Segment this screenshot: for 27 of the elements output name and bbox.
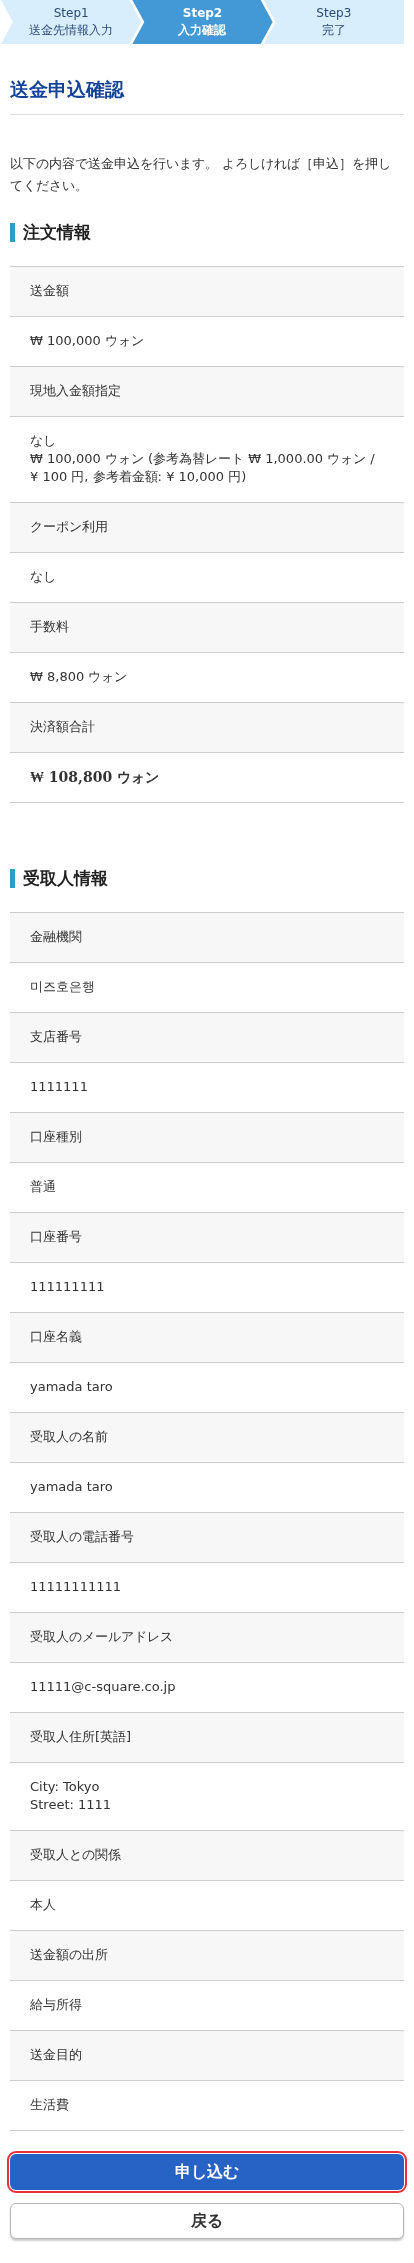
back-button[interactable]: 戻る — [10, 2203, 404, 2239]
field-label: 受取人住所[英語] — [10, 1712, 404, 1762]
field-label: 口座種別 — [10, 1112, 404, 1162]
field-label: 受取人との関係 — [10, 1830, 404, 1880]
field-label: 金融機関 — [10, 912, 404, 962]
field-label: 決済額合計 — [10, 702, 404, 752]
field-label: 現地入金額指定 — [10, 366, 404, 416]
field-label: 送金目的 — [10, 2030, 404, 2080]
field-label: 口座番号 — [10, 1212, 404, 1262]
field-label: 送金額 — [10, 266, 404, 316]
field-label: 受取人の名前 — [10, 1412, 404, 1462]
intro-text: 以下の内容で送金申込を行います。 よろしければ［申込］を押してください。 — [10, 155, 393, 195]
heading-accent-bar — [10, 223, 15, 242]
page-title: 送金申込確認 — [10, 76, 404, 115]
field-label: クーポン利用 — [10, 502, 404, 552]
field-label: 口座名義 — [10, 1312, 404, 1362]
field-label: 受取人のメールアドレス — [10, 1612, 404, 1662]
field-label: 送金額の出所 — [10, 1930, 404, 1980]
section-heading: 注文情報 — [23, 221, 91, 244]
field-label: 受取人の電話番号 — [10, 1512, 404, 1562]
field-value: ₩ 108,800 ウォン — [10, 752, 404, 802]
heading-accent-bar — [10, 869, 15, 888]
field-value: 生活費 — [10, 2080, 404, 2130]
field-label: 手数料 — [10, 602, 404, 652]
field-label: 支店番号 — [10, 1012, 404, 1062]
submit-button[interactable]: 申し込む — [10, 2154, 404, 2190]
section-heading: 受取人情報 — [23, 867, 108, 890]
